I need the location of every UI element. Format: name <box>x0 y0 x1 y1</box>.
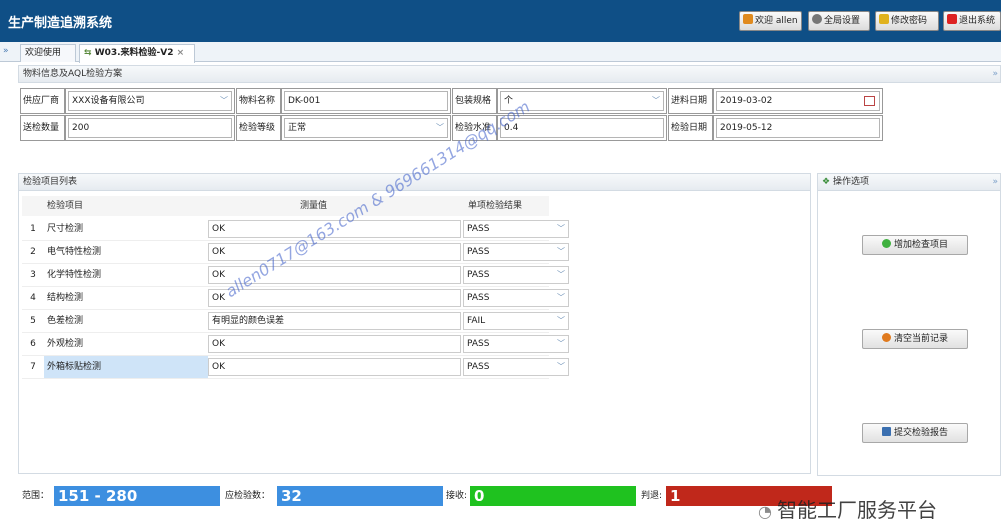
result-select[interactable]: PASS ﹀ <box>463 220 569 238</box>
chevron-down-icon[interactable]: ﹀ <box>557 336 565 352</box>
calendar-icon[interactable] <box>864 96 875 106</box>
collapse-icon[interactable]: » <box>992 66 998 82</box>
clear-record-button[interactable]: 清空当前记录 <box>862 329 968 349</box>
item-name: 外观检测 <box>47 339 84 349</box>
accept-label: 接收: <box>446 491 468 501</box>
arrival-date-field[interactable]: 2019-03-02 <box>713 88 883 114</box>
global-settings-button[interactable]: 全局设置 <box>808 11 870 31</box>
wechat-icon: ◔ <box>758 502 778 521</box>
item-name: 结构检测 <box>47 293 84 303</box>
item-name: 化学特性检测 <box>47 270 102 280</box>
item-name: 外箱标贴检测 <box>44 356 208 378</box>
column-header-measure: 测量值 <box>186 196 441 216</box>
app-header: 生产制造追溯系统 欢迎 allen 全局设置 修改密码 退出系统 <box>0 0 1001 42</box>
chevron-down-icon[interactable]: ﹀ <box>557 267 565 283</box>
chevron-down-icon[interactable]: ﹀ <box>557 290 565 306</box>
material-name-field[interactable]: DK-001 <box>281 88 451 114</box>
count-label: 应检验数： <box>225 491 271 501</box>
table-row[interactable]: 5 色差检测 有明显的颜色误差 FAIL ﹀ <box>22 310 569 333</box>
result-select[interactable]: PASS ﹀ <box>463 335 569 353</box>
minus-icon <box>881 333 891 342</box>
supplier-select[interactable]: XXX设备有限公司 ﹀ <box>65 88 235 114</box>
pack-spec-label: 包装规格 <box>452 88 497 114</box>
column-header-item: 检验项目 <box>22 196 186 216</box>
row-number: 6 <box>30 339 36 349</box>
brand-watermark: ◔ 智能工厂服务平台 <box>758 498 938 522</box>
tab-welcome[interactable]: 欢迎使用 <box>20 44 76 62</box>
result-select[interactable]: PASS ﹀ <box>463 243 569 261</box>
sidebar-toggle-icon[interactable]: » <box>3 46 9 56</box>
range-label: 范围： <box>22 491 50 501</box>
table-row[interactable]: 7 外箱标贴检测 OK PASS ﹀ <box>22 356 569 379</box>
item-name: 电气特性检测 <box>47 247 102 257</box>
material-panel-title: 物料信息及AQL检验方案 <box>23 69 123 79</box>
chevron-down-icon[interactable]: ﹀ <box>557 221 565 237</box>
arrival-date-label: 进料日期 <box>668 88 713 114</box>
item-name: 尺寸检测 <box>47 224 84 234</box>
row-number: 4 <box>30 293 36 303</box>
chevron-down-icon[interactable]: ﹀ <box>436 119 444 137</box>
tab-close-icon[interactable]: × <box>177 48 185 58</box>
count-value: 32 <box>277 486 443 506</box>
row-number: 5 <box>30 316 36 326</box>
row-number: 3 <box>30 270 36 280</box>
result-select[interactable]: FAIL ﹀ <box>463 312 569 330</box>
user-button[interactable]: 欢迎 allen <box>739 11 802 31</box>
app-title: 生产制造追溯系统 <box>8 16 113 31</box>
accept-value: 0 <box>470 486 636 506</box>
column-header-result: 单项检验结果 <box>441 196 549 216</box>
options-icon: ❖ <box>822 177 833 187</box>
measure-input[interactable]: OK <box>208 243 461 261</box>
supplier-label: 供应厂商 <box>20 88 65 114</box>
result-select[interactable]: PASS ﹀ <box>463 266 569 284</box>
quantity-field[interactable]: 200 <box>65 115 235 141</box>
tab-icon: ⇆ <box>84 48 95 58</box>
items-panel-title: 检验项目列表 <box>23 177 78 187</box>
submit-report-button[interactable]: 提交检验报告 <box>862 423 968 443</box>
reject-label: 判退: <box>641 491 663 501</box>
key-icon <box>879 14 889 24</box>
gear-icon <box>812 14 822 24</box>
material-panel-header: 物料信息及AQL检验方案 » <box>18 65 1001 83</box>
tab-bar: » 欢迎使用 ⇆ W03.来料检验-V2 × <box>0 42 1001 63</box>
material-name-label: 物料名称 <box>236 88 281 114</box>
measure-input[interactable]: 有明显的颜色误差 <box>208 312 461 330</box>
user-icon <box>743 14 753 24</box>
add-item-button[interactable]: 增加检查项目 <box>862 235 968 255</box>
collapse-icon[interactable]: » <box>992 174 998 190</box>
item-name: 色差检测 <box>47 316 84 326</box>
inspection-date-label: 检验日期 <box>668 115 713 141</box>
row-number: 1 <box>30 224 36 234</box>
row-number: 2 <box>30 247 36 257</box>
close-icon <box>947 14 957 24</box>
measure-input[interactable]: OK <box>208 358 461 376</box>
inspection-date-field[interactable]: 2019-05-12 <box>713 115 883 141</box>
measure-input[interactable]: OK <box>208 335 461 353</box>
ops-panel-title: 操作选项 <box>832 177 869 187</box>
table-row[interactable]: 1 尺寸检测 OK PASS ﹀ <box>22 218 569 241</box>
inspection-items-table: 检验项目 测量值 单项检验结果 1 尺寸检测 OK PASS ﹀ 2 电气特性检测 OK PAS… <box>22 196 569 379</box>
chevron-down-icon[interactable]: ﹀ <box>557 359 565 375</box>
inspection-level-select[interactable]: 正常 ﹀ <box>281 115 451 141</box>
save-icon <box>881 427 891 436</box>
inspection-level-label: 检验等级 <box>236 115 281 141</box>
range-value: 151 - 280 <box>54 486 220 506</box>
row-number: 7 <box>30 362 36 372</box>
ops-panel-header: ❖ 操作选项 » <box>817 173 1001 191</box>
plus-icon <box>881 239 891 248</box>
table-row[interactable]: 4 结构检测 OK PASS ﹀ <box>22 287 569 310</box>
tab-incoming-inspection[interactable]: ⇆ W03.来料检验-V2 × <box>79 44 195 63</box>
chevron-down-icon[interactable]: ﹀ <box>652 92 660 110</box>
chevron-down-icon[interactable]: ﹀ <box>220 92 228 110</box>
table-row[interactable]: 6 外观检测 OK PASS ﹀ <box>22 333 569 356</box>
result-select[interactable]: PASS ﹀ <box>463 358 569 376</box>
chevron-down-icon[interactable]: ﹀ <box>557 313 565 329</box>
result-select[interactable]: PASS ﹀ <box>463 289 569 307</box>
logout-button[interactable]: 退出系统 <box>943 11 1001 31</box>
chevron-down-icon[interactable]: ﹀ <box>557 244 565 260</box>
quantity-label: 送检数量 <box>20 115 65 141</box>
change-password-button[interactable]: 修改密码 <box>875 11 939 31</box>
